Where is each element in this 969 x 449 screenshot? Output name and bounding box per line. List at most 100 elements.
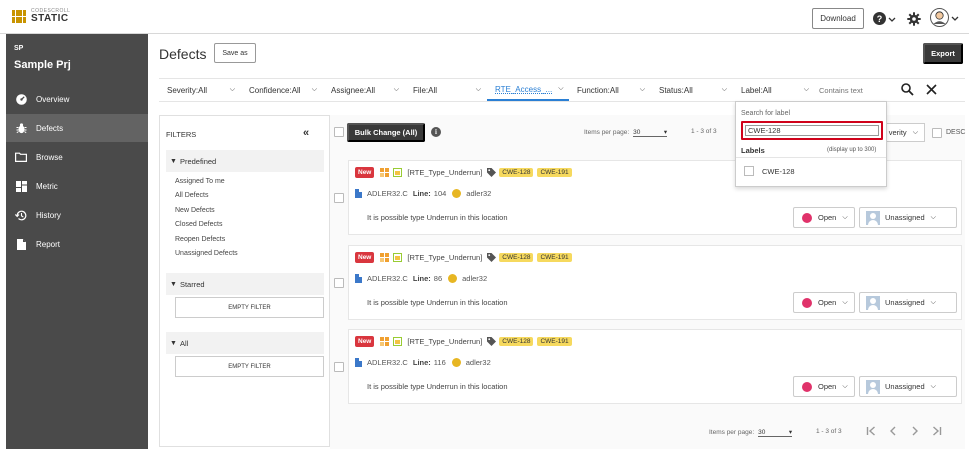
- rule-name[interactable]: [RTE_Type_Underrun]: [407, 337, 482, 346]
- defect-checkbox[interactable]: [334, 278, 344, 288]
- defect-card[interactable]: New [RTE_Type_Underrun] CWE-128 CWE-191 …: [348, 245, 962, 320]
- items-per-page-label: Items per page:: [584, 129, 630, 136]
- desc-label: DESC: [946, 129, 966, 136]
- label-chip[interactable]: CWE-191: [537, 253, 572, 262]
- prev-page-icon[interactable]: [888, 426, 898, 436]
- label-chip[interactable]: CWE-128: [499, 337, 534, 346]
- filter-link-new-defects[interactable]: New Defects: [175, 207, 215, 214]
- filter-status-dropdown[interactable]: Status:All ⌵: [651, 79, 733, 101]
- section-title: All: [179, 338, 189, 348]
- assignee-dropdown[interactable]: Unassigned ⌵: [859, 292, 957, 313]
- filter-link-assigned-to-me[interactable]: Assigned To me: [175, 178, 225, 185]
- label-chip[interactable]: CWE-128: [499, 168, 534, 177]
- filter-assignee-dropdown[interactable]: Assignee:All ⌵: [323, 79, 405, 101]
- tag-icon: [487, 337, 497, 346]
- assignee-dropdown[interactable]: Unassigned ⌵: [859, 376, 957, 397]
- line-number: 86: [433, 274, 443, 283]
- desc-checkbox[interactable]: [932, 128, 942, 138]
- info-icon[interactable]: i: [431, 127, 441, 137]
- last-page-icon[interactable]: [932, 426, 942, 436]
- labels-display-hint: (display up to 300): [827, 147, 877, 153]
- filter-rule-dropdown[interactable]: RTE_Access_... ⌵: [487, 79, 569, 101]
- sidebar-item-label: History: [36, 210, 61, 220]
- filter-severity-dropdown[interactable]: Severity:All ⌵: [159, 79, 241, 101]
- bulk-change-button[interactable]: Bulk Change (All): [347, 123, 425, 142]
- gear-icon: [907, 12, 921, 26]
- first-page-icon[interactable]: [866, 426, 876, 436]
- filter-file-dropdown[interactable]: File:All ⌵: [405, 79, 487, 101]
- starred-section-header[interactable]: ▼ Starred: [166, 273, 324, 295]
- chevron-down-icon: ⌵: [475, 86, 481, 93]
- severity-icon: [380, 168, 390, 177]
- page-range-bottom: 1 - 3 of 3: [816, 428, 842, 435]
- defect-checkbox[interactable]: [334, 193, 344, 203]
- collapse-panel-icon[interactable]: «: [303, 127, 309, 139]
- filter-label: Confidence:All: [249, 85, 301, 95]
- next-page-icon[interactable]: [910, 426, 920, 436]
- assignee-dropdown[interactable]: Unassigned ⌵: [859, 207, 957, 228]
- help-menu-button[interactable]: ?: [873, 12, 896, 25]
- filters-title: FILTERS: [166, 130, 197, 139]
- sidebar-item-metric[interactable]: Metric: [6, 172, 148, 200]
- user-menu-button[interactable]: [930, 8, 959, 27]
- confidence-icon: [393, 253, 403, 262]
- project-name[interactable]: Sample Prj: [14, 59, 71, 71]
- export-button[interactable]: Export: [923, 43, 963, 64]
- filter-link-reopen-defects[interactable]: Reopen Defects: [175, 236, 225, 243]
- items-per-page-select[interactable]: 30 ▾: [633, 128, 668, 137]
- sidebar-item-browse[interactable]: Browse: [6, 143, 148, 171]
- defect-card[interactable]: New [RTE_Type_Underrun] CWE-128 CWE-191 …: [348, 329, 962, 404]
- label-chip[interactable]: CWE-191: [537, 168, 572, 177]
- filter-label: Label:All: [741, 85, 772, 95]
- chevron-down-icon: [951, 16, 959, 21]
- label-option[interactable]: CWE-128: [744, 166, 795, 176]
- contains-text-input[interactable]: [819, 82, 895, 98]
- label-option-checkbox[interactable]: [744, 166, 754, 176]
- svg-text:?: ?: [877, 14, 883, 24]
- app-logo[interactable]: CODESCROLL STATIC: [12, 9, 70, 24]
- chevron-down-icon: ⌵: [393, 86, 399, 93]
- help-icon: ?: [873, 12, 886, 25]
- sidebar-item-report[interactable]: Report: [6, 230, 148, 258]
- label-chip[interactable]: CWE-128: [499, 253, 534, 262]
- defect-checkbox[interactable]: [334, 362, 344, 372]
- rule-name[interactable]: [RTE_Type_Underrun]: [407, 168, 482, 177]
- all-section-header[interactable]: ▼ All: [166, 332, 324, 354]
- filter-function-dropdown[interactable]: Function:All ⌵: [569, 79, 651, 101]
- logo-grid-icon: [12, 9, 26, 24]
- search-button[interactable]: [901, 83, 914, 96]
- tag-icon: [487, 168, 497, 177]
- download-button[interactable]: Download: [812, 8, 864, 29]
- filter-label-dropdown[interactable]: Label:All ⌵: [733, 79, 815, 101]
- all-empty-filter: EMPTY FILTER: [175, 356, 324, 377]
- filter-confidence-dropdown[interactable]: Confidence:All ⌵: [241, 79, 323, 101]
- label-search-input[interactable]: [745, 125, 879, 136]
- status-dropdown[interactable]: Open ⌵: [793, 376, 855, 397]
- filter-link-all-defects[interactable]: All Defects: [175, 192, 208, 199]
- tag-icon: [487, 253, 497, 262]
- sort-label: verity: [888, 128, 907, 137]
- rule-name[interactable]: [RTE_Type_Underrun]: [407, 253, 482, 262]
- sidebar-item-overview[interactable]: Overview: [6, 85, 148, 113]
- settings-button[interactable]: [907, 12, 921, 26]
- user-avatar-icon: [866, 210, 880, 225]
- select-all-checkbox[interactable]: [334, 127, 344, 137]
- items-per-page-select[interactable]: 30 ▾: [758, 428, 793, 437]
- file-name[interactable]: ADLER32.C: [367, 358, 408, 367]
- predefined-section-header[interactable]: ▼ Predefined: [166, 150, 324, 172]
- status-dot-icon: [802, 212, 812, 223]
- sort-dropdown[interactable]: verity ⌵: [883, 123, 925, 142]
- save-as-button[interactable]: Save as: [214, 43, 256, 63]
- divider: [736, 157, 886, 158]
- clear-filter-button[interactable]: [926, 84, 937, 95]
- file-name[interactable]: ADLER32.C: [367, 274, 408, 283]
- status-dropdown[interactable]: Open ⌵: [793, 207, 855, 228]
- status-dropdown[interactable]: Open ⌵: [793, 292, 855, 313]
- label-chip[interactable]: CWE-191: [537, 337, 572, 346]
- file-name[interactable]: ADLER32.C: [367, 189, 408, 198]
- sidebar-item-defects[interactable]: Defects: [6, 114, 148, 142]
- filter-link-closed-defects[interactable]: Closed Defects: [175, 221, 222, 228]
- sidebar-item-history[interactable]: History: [6, 201, 148, 229]
- function-icon: [451, 358, 461, 367]
- filter-link-unassigned-defects[interactable]: Unassigned Defects: [175, 250, 238, 257]
